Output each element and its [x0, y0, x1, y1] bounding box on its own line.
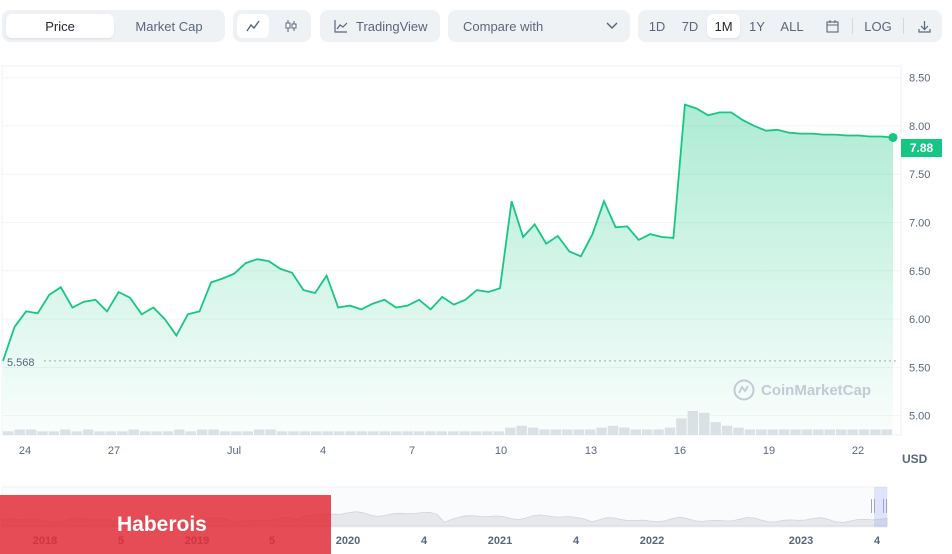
- x-tick-label: 4: [320, 445, 326, 457]
- navigator-tick-label: 4: [874, 535, 881, 547]
- navigator-tick-label: 2022: [640, 535, 664, 547]
- y-tick-label: 6.50: [909, 266, 930, 278]
- min-price-label: 5.568: [7, 357, 35, 369]
- overlay-banner: Haberois: [0, 495, 331, 554]
- navigator-tick-label: 4: [573, 535, 580, 547]
- navigator-tick-label: 2020: [336, 535, 360, 547]
- navigator-handle-left[interactable]: [871, 499, 875, 513]
- navigator-handle-right[interactable]: [883, 499, 887, 513]
- watermark-text: CoinMarketCap: [761, 381, 872, 399]
- y-tick-label: 8.50: [909, 73, 930, 85]
- watermark: CoinMarketCap: [733, 379, 871, 401]
- coinmarketcap-logo-icon: [733, 379, 755, 401]
- y-tick-label: 5.00: [909, 411, 930, 423]
- y-tick-label: 7.00: [909, 217, 930, 229]
- price-chart: 8.50 8.00 7.50 7.00 6.50 6.00 5.50 5.00 24 27 Jul…: [1, 65, 930, 547]
- navigator-tick-label: 4: [421, 535, 428, 547]
- currency-label: USD: [902, 452, 928, 466]
- navigator-tick-label: 2023: [789, 535, 813, 547]
- x-tick-label: 19: [763, 445, 775, 457]
- navigator-tick-label: 2021: [488, 535, 512, 547]
- x-tick-label: 13: [585, 445, 597, 457]
- x-tick-label: 7: [409, 445, 415, 457]
- x-tick-label: 22: [852, 445, 864, 457]
- banner-text: Haberois: [117, 512, 207, 536]
- current-price-tag: 7.88: [901, 139, 942, 157]
- x-tick-label: Jul: [227, 445, 241, 457]
- y-tick-label: 7.50: [909, 169, 930, 181]
- y-tick-label: 5.50: [909, 362, 930, 374]
- x-tick-label: 27: [108, 445, 120, 457]
- y-tick-label: 8.00: [909, 121, 930, 133]
- y-tick-label: 6.00: [909, 314, 930, 326]
- x-tick-label: 10: [495, 445, 507, 457]
- last-price-dot: [888, 132, 898, 142]
- x-tick-label: 24: [19, 445, 31, 457]
- x-tick-label: 16: [674, 445, 686, 457]
